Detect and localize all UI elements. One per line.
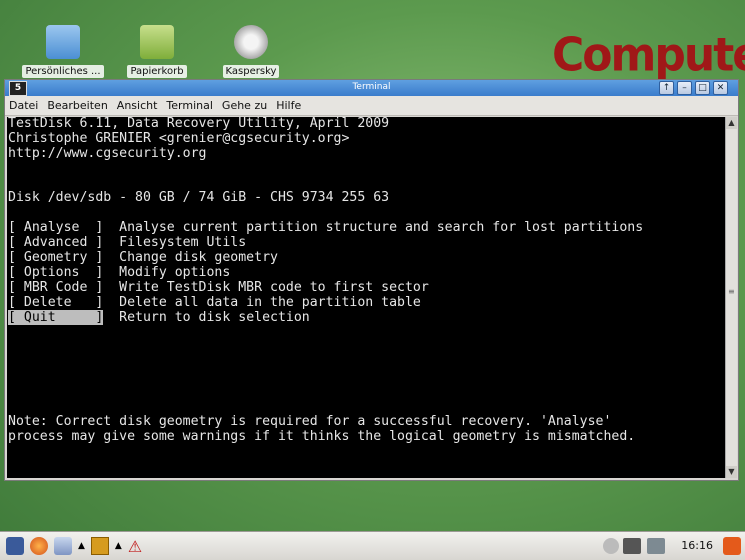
menu-terminal[interactable]: Terminal [166, 99, 213, 112]
terminal-line: Christophe GRENIER <grenier@cgsecurity.o… [8, 130, 350, 146]
title-bar[interactable]: 5 Terminal ↑ – □ ✕ [5, 80, 738, 96]
menu-option-geometry[interactable]: [ Geometry ] Change disk geometry [7, 250, 725, 266]
computer-logo: Computer [552, 28, 745, 83]
menu-hilfe[interactable]: Hilfe [276, 99, 301, 112]
notes-icon[interactable] [90, 537, 109, 555]
minimize-button[interactable]: – [677, 81, 692, 95]
desktop-icon-kaspersky[interactable]: Kaspersky [210, 25, 292, 78]
menu-option-quit[interactable]: [ Quit ] Return to disk selection [7, 309, 725, 326]
desktop-icon-label: Papierkorb [127, 65, 187, 78]
quit-description: Return to disk selection [103, 309, 310, 325]
terminal-output[interactable]: TestDisk 6.11, Data Recovery Utility, Ap… [7, 117, 725, 478]
menu-datei[interactable]: Datei [9, 99, 38, 112]
screen-icon[interactable] [647, 538, 665, 554]
terminal-line: TestDisk 6.11, Data Recovery Utility, Ap… [8, 117, 390, 131]
network-icon[interactable] [623, 538, 641, 554]
scroll-up-icon[interactable]: ▲ [726, 117, 737, 129]
clock[interactable]: 16:16 [681, 539, 713, 552]
terminal-note-line: Note: Correct disk geometry is required … [8, 413, 612, 429]
menu-bar: Datei Bearbeiten Ansicht Terminal Gehe z… [5, 96, 738, 116]
terminal-window: 5 Terminal ↑ – □ ✕ Datei Bearbeiten Ansi… [4, 79, 739, 481]
desktop-icon-personal[interactable]: Persönliches ... [22, 25, 104, 78]
terminal-line: http://www.cgsecurity.org [8, 145, 207, 161]
maximize-button[interactable]: □ [695, 81, 710, 95]
menu-ansicht[interactable]: Ansicht [117, 99, 158, 112]
warning-icon[interactable]: ⚠ [128, 537, 142, 556]
scroll-grip-icon[interactable]: ≡ [728, 287, 735, 296]
menu-option-analyse[interactable]: [ Analyse ] Analyse current partition st… [7, 220, 725, 236]
terminal-line: Disk /dev/sdb - 80 GB / 74 GiB - CHS 973… [8, 190, 390, 206]
desktop-icon-label: Kaspersky [222, 65, 280, 78]
window-title: Terminal [352, 82, 391, 92]
taskbar: ▲ ▲ ⚠ 16:16 [0, 531, 745, 560]
scroll-down-icon[interactable]: ▼ [726, 466, 737, 478]
expand-arrow-icon[interactable]: ▲ [78, 541, 85, 551]
menu-option-advanced[interactable]: [ Advanced ] Filesystem Utils [7, 235, 725, 251]
volume-icon[interactable] [603, 538, 619, 554]
firefox-icon[interactable] [30, 537, 48, 555]
menu-bearbeiten[interactable]: Bearbeiten [47, 99, 107, 112]
trash-icon [140, 25, 174, 59]
desktop-icon-trash[interactable]: Papierkorb [116, 25, 198, 78]
logout-icon[interactable] [723, 537, 741, 555]
quit-selected-highlight[interactable]: [ Quit ] [8, 309, 104, 325]
menu-option-delete[interactable]: [ Delete ] Delete all data in the partit… [7, 295, 725, 311]
terminal-note-line: process may give some warnings if it thi… [8, 428, 636, 444]
desktop-icon-label: Persönliches ... [22, 65, 104, 78]
menu-gehe-zu[interactable]: Gehe zu [222, 99, 267, 112]
terminal-scrollbar[interactable]: ▲ ≡ ▼ [725, 117, 737, 478]
keep-above-button[interactable]: ↑ [659, 81, 674, 95]
app-launcher-icon[interactable] [54, 537, 72, 555]
home-folder-icon [46, 25, 80, 59]
gear-icon [234, 25, 268, 59]
menu-option-mbr-code[interactable]: [ MBR Code ] Write TestDisk MBR code to … [7, 280, 725, 296]
start-menu-icon[interactable] [6, 537, 24, 555]
expand-arrow-icon[interactable]: ▲ [115, 541, 122, 551]
menu-option-options[interactable]: [ Options ] Modify options [7, 265, 725, 281]
close-button[interactable]: ✕ [713, 81, 728, 95]
